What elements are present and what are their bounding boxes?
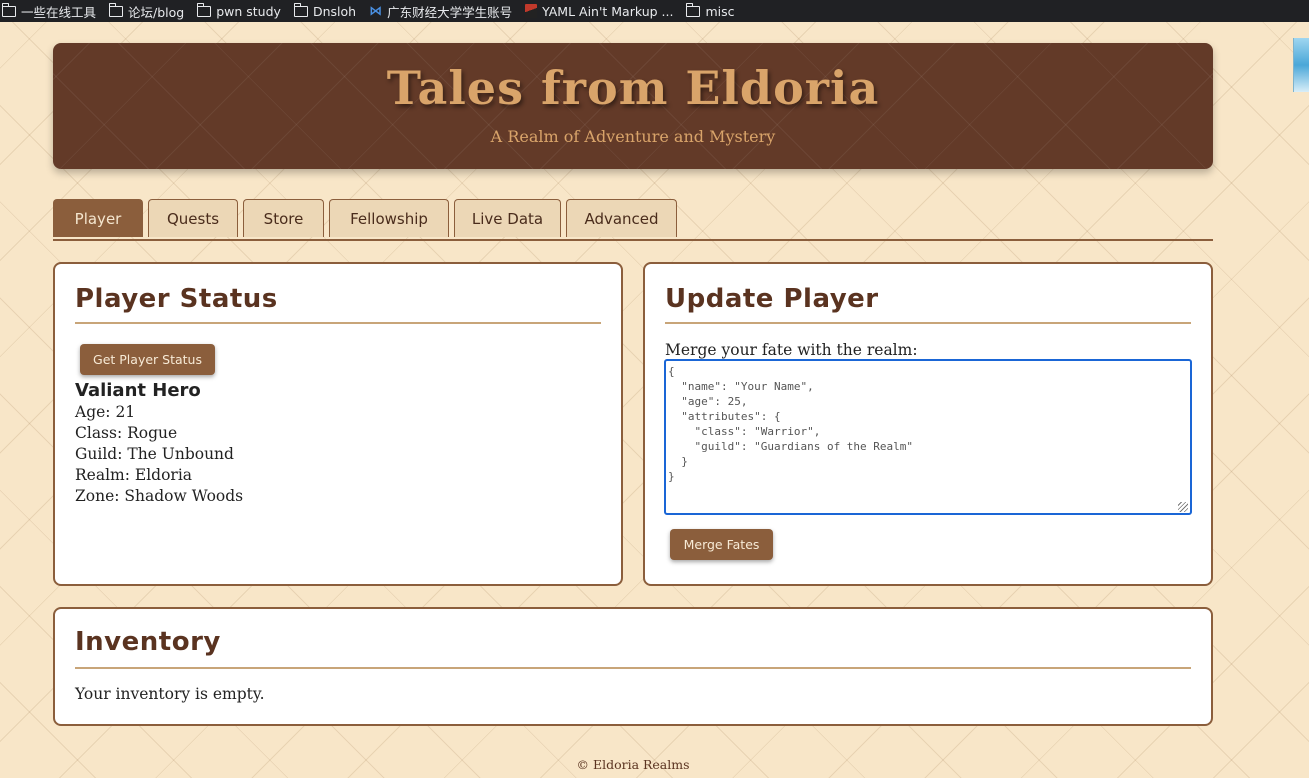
update-player-card: Update Player Merge your fate with the r…: [643, 262, 1213, 586]
tab-store[interactable]: Store: [243, 199, 324, 237]
merge-fates-button[interactable]: Merge Fates: [670, 529, 773, 560]
get-player-status-button[interactable]: Get Player Status: [80, 344, 215, 375]
bookmark-yaml[interactable]: YAML Ain't Markup ...: [525, 4, 673, 19]
divider: [665, 322, 1191, 324]
bookmark-label: pwn study: [216, 3, 281, 19]
site-header: Tales from Eldoria A Realm of Adventure …: [53, 43, 1213, 169]
bookmark-label: YAML Ain't Markup ...: [542, 3, 674, 19]
resize-handle-icon[interactable]: [1178, 502, 1188, 512]
tab-player[interactable]: Player: [53, 199, 143, 237]
stat-age: Age: 21: [75, 403, 136, 421]
stat-class: Class: Rogue: [75, 424, 178, 442]
tab-fellowship[interactable]: Fellowship: [329, 199, 449, 237]
site-title: Tales from Eldoria: [386, 61, 880, 115]
bookmark-pwn-study[interactable]: pwn study: [196, 3, 281, 19]
tab-quests[interactable]: Quests: [148, 199, 238, 237]
bookmark-label: 一些在线工具: [21, 4, 97, 20]
folder-icon: [686, 3, 701, 17]
player-status-title: Player Status: [75, 284, 278, 314]
inventory-empty-text: Your inventory is empty.: [75, 685, 265, 703]
folder-icon: [293, 3, 308, 17]
player-json-textarea[interactable]: { "name": "Your Name", "age": 25, "attri…: [664, 359, 1192, 515]
bowtie-icon: ⋈: [369, 3, 383, 19]
bookmark-tools[interactable]: 一些在线工具: [1, 2, 97, 21]
divider: [75, 322, 601, 324]
footer-copyright: © Eldoria Realms: [576, 757, 690, 772]
bookmark-student-account[interactable]: ⋈ 广东财经大学学生账号: [369, 2, 512, 21]
bookmarks-bar: 一些在线工具 论坛/blog pwn study Dnsloh ⋈ 广东财经大学…: [0, 0, 1309, 22]
folder-icon: [196, 3, 212, 17]
bookmark-label: misc: [705, 3, 735, 19]
yaml-icon: [525, 4, 538, 18]
bookmark-forum[interactable]: 论坛/blog: [108, 2, 185, 21]
tab-advanced[interactable]: Advanced: [566, 199, 677, 237]
player-status-card: Player Status Get Player Status Valiant …: [53, 262, 623, 586]
hero-name: Valiant Hero: [75, 380, 201, 401]
merge-label: Merge your fate with the realm:: [665, 341, 918, 359]
divider: [75, 667, 1191, 669]
stat-realm: Realm: Eldoria: [75, 466, 193, 484]
update-player-title: Update Player: [665, 284, 879, 314]
bookmark-label: 论坛/blog: [128, 4, 185, 20]
bookmark-label: Dnsloh: [312, 3, 357, 19]
bookmark-dnslog[interactable]: Dnsloh: [293, 3, 357, 19]
stat-guild: Guild: The Unbound: [75, 445, 234, 463]
tab-live-data[interactable]: Live Data: [454, 199, 561, 237]
stat-zone: Zone: Shadow Woods: [75, 487, 244, 505]
bookmark-label: 广东财经大学学生账号: [387, 4, 513, 20]
folder-icon: [108, 3, 124, 17]
site-subtitle: A Realm of Adventure and Mystery: [490, 127, 776, 146]
inventory-card: Inventory Your inventory is empty.: [53, 607, 1213, 726]
bookmark-misc[interactable]: misc: [686, 3, 735, 19]
inventory-title: Inventory: [75, 627, 221, 657]
folder-icon: [1, 3, 16, 17]
tab-bar: Player Quests Store Fellowship Live Data…: [53, 199, 1213, 241]
side-thumbnail: [1293, 38, 1309, 92]
